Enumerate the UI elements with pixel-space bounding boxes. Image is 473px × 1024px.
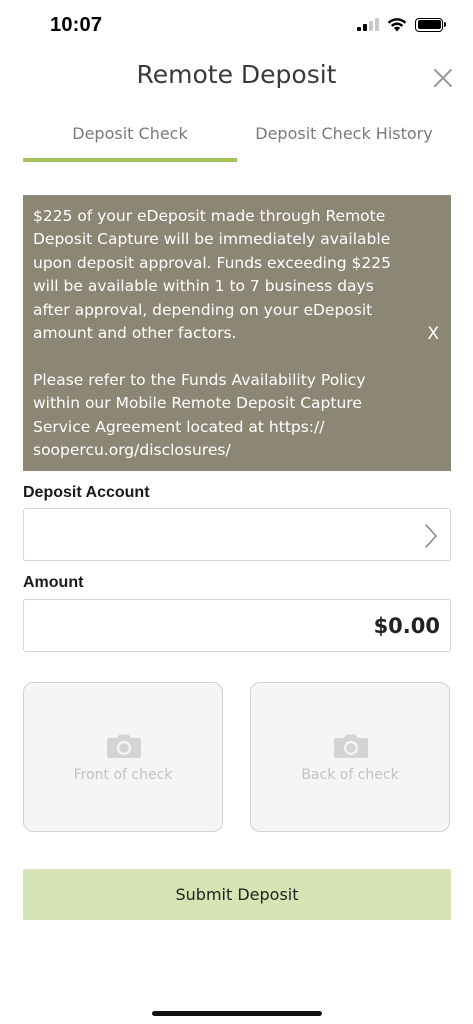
funds-availability-notice: $225 of your eDeposit made through Remot… [23,195,451,471]
front-of-check-label: Front of check [73,767,173,783]
battery-icon [415,17,446,32]
back-of-check-label: Back of check [301,767,399,783]
tab-deposit-check[interactable]: Deposit Check [23,118,237,162]
tab-deposit-check-history[interactable]: Deposit Check History [237,118,451,162]
home-indicator [152,1011,322,1016]
wifi-icon [387,18,407,32]
camera-icon [334,734,368,758]
active-tab-indicator [23,158,237,162]
amount-field-box [23,599,451,652]
status-bar: 10:07 [0,0,473,56]
cellular-signal-icon [357,18,379,31]
tab-bar: Deposit Check Deposit Check History [23,118,451,162]
close-icon [434,69,452,87]
deposit-account-selector[interactable] [23,508,451,561]
notice-paragraph: Please refer to the Funds Availability P… [33,370,366,460]
status-icons [357,17,446,32]
chevron-right-icon [425,524,437,548]
notice-paragraph: $225 of your eDeposit made through Remot… [33,207,391,343]
amount-input[interactable] [24,600,450,651]
deposit-account-label: Deposit Account [23,484,150,501]
status-time: 10:07 [50,14,103,36]
back-of-check-capture[interactable]: Back of check [250,682,450,832]
page-title: Remote Deposit [136,60,337,89]
submit-deposit-button[interactable]: Submit Deposit [23,869,451,920]
camera-icon [107,734,141,758]
amount-label: Amount [23,574,84,591]
front-of-check-capture[interactable]: Front of check [23,682,223,832]
close-button[interactable] [431,66,455,90]
notice-close-button[interactable]: X [427,323,439,346]
